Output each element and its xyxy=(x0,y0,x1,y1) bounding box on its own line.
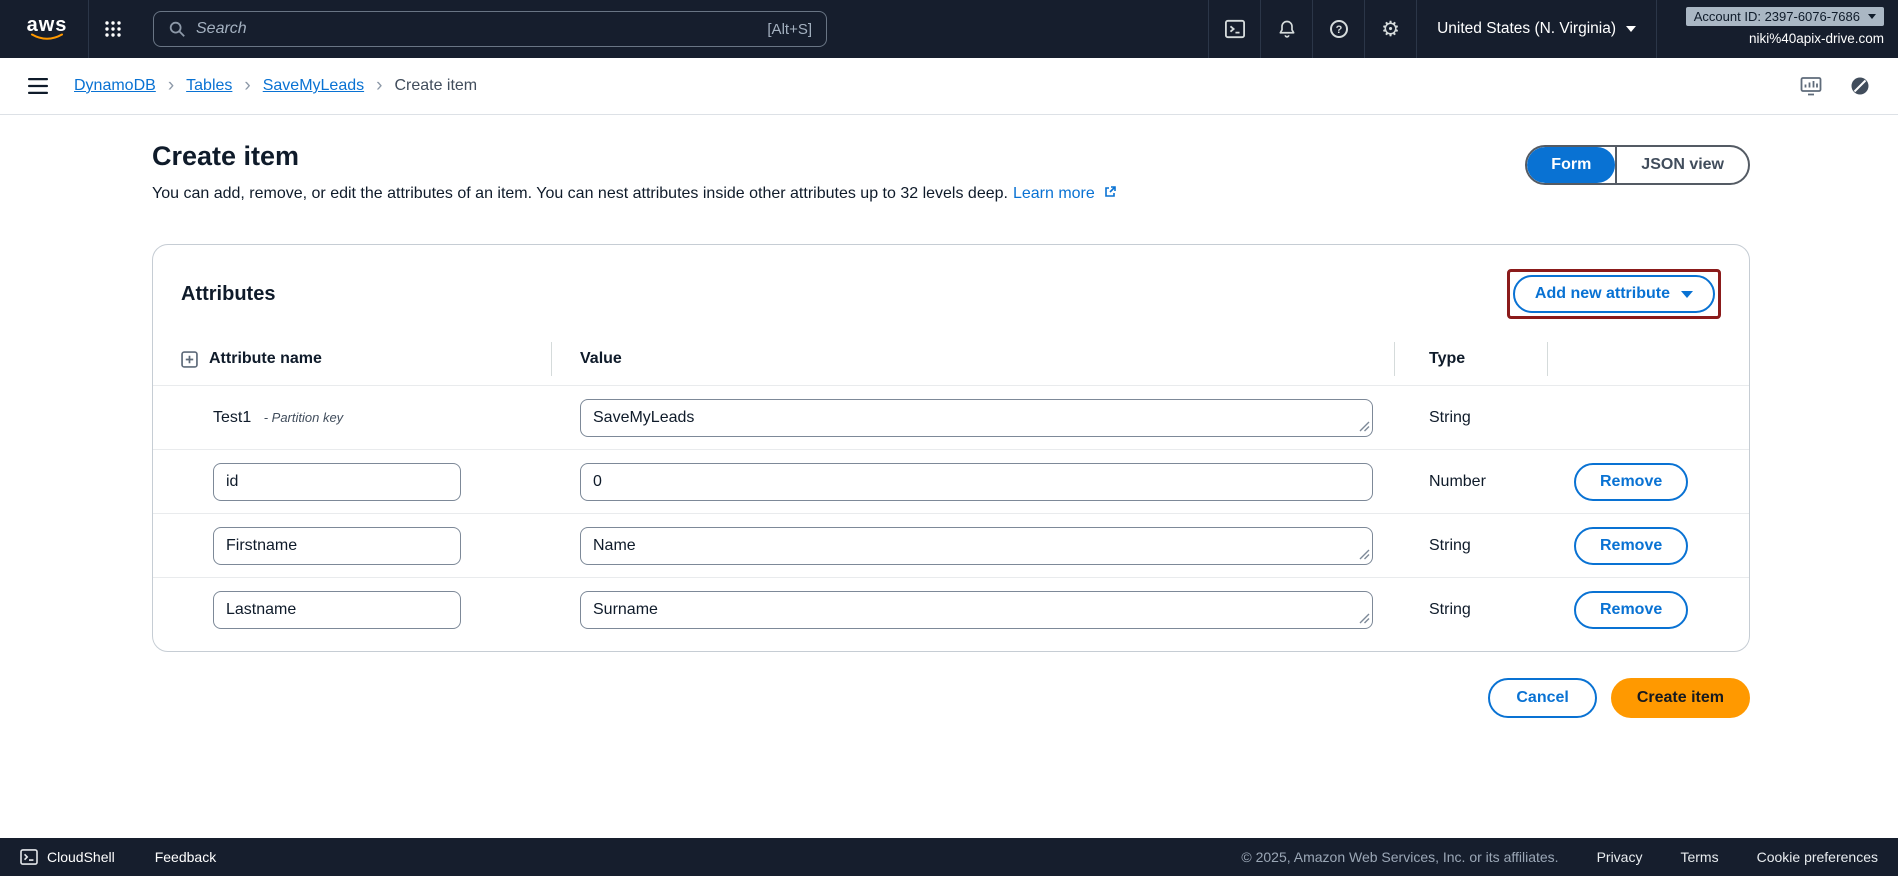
account-id-label: Account ID: 2397-6076-7686 xyxy=(1694,9,1860,24)
metrics-panel-icon[interactable] xyxy=(1800,76,1822,96)
attributes-title: Attributes xyxy=(181,283,275,306)
json-view-toggle[interactable]: JSON view xyxy=(1617,147,1748,183)
value-input-firstname[interactable] xyxy=(580,527,1373,565)
chevron-down-icon xyxy=(1868,14,1876,19)
attributes-panel: Attributes Add new attribute Attribute n… xyxy=(152,244,1750,652)
column-actions xyxy=(1548,342,1749,376)
learn-more-link[interactable]: Learn more xyxy=(1013,185,1095,202)
create-item-button[interactable]: Create item xyxy=(1611,678,1750,718)
value-input-lastname[interactable] xyxy=(580,591,1373,629)
form-view-toggle[interactable]: Form xyxy=(1527,147,1615,183)
privacy-link[interactable]: Privacy xyxy=(1597,849,1643,865)
attribute-row-id: Number Remove xyxy=(153,449,1749,513)
search-shortcut-hint: [Alt+S] xyxy=(767,21,812,38)
breadcrumb: DynamoDB Tables SaveMyLeads Create item xyxy=(74,75,477,97)
add-new-attribute-label: Add new attribute xyxy=(1535,285,1670,303)
type-label: Number xyxy=(1395,473,1548,491)
notifications-bell-icon[interactable] xyxy=(1260,0,1312,58)
type-label: String xyxy=(1395,537,1548,555)
copyright-text: © 2025, Amazon Web Services, Inc. or its… xyxy=(1241,849,1558,865)
aws-logo[interactable]: aws xyxy=(18,16,76,42)
column-value: Value xyxy=(552,342,1395,376)
attributes-table-header: Attribute name Value Type xyxy=(153,333,1749,385)
services-grid-icon[interactable] xyxy=(89,0,137,58)
description-text: You can add, remove, or edit the attribu… xyxy=(152,185,1008,202)
page-title: Create item xyxy=(152,141,1117,172)
top-navigation: aws [Alt+S] xyxy=(0,0,1898,58)
value-input-partition-key[interactable] xyxy=(580,399,1373,437)
account-block: Account ID: 2397-6076-7686 niki%40apix-d… xyxy=(1656,0,1898,58)
breadcrumb-current: Create item xyxy=(394,77,477,95)
cloudshell-icon[interactable] xyxy=(1208,0,1260,58)
chevron-down-icon xyxy=(1626,26,1636,32)
attribute-row-lastname: String Remove xyxy=(153,577,1749,641)
svg-text:?: ? xyxy=(1335,24,1342,36)
breadcrumb-separator-icon xyxy=(244,75,250,97)
main-content: Create item You can add, remove, or edit… xyxy=(0,115,1898,718)
remove-button-firstname[interactable]: Remove xyxy=(1574,527,1688,565)
cookie-preferences-link[interactable]: Cookie preferences xyxy=(1757,849,1878,865)
value-input-id[interactable] xyxy=(580,463,1373,501)
account-menu[interactable]: Account ID: 2397-6076-7686 xyxy=(1686,7,1884,26)
type-label: String xyxy=(1395,601,1548,619)
chevron-down-icon xyxy=(1681,291,1693,298)
global-search[interactable]: [Alt+S] xyxy=(153,11,827,47)
help-icon[interactable]: ? xyxy=(1312,0,1364,58)
view-toggle: Form JSON view xyxy=(1525,145,1750,185)
breadcrumb-dynamodb[interactable]: DynamoDB xyxy=(74,77,156,95)
breadcrumb-separator-icon xyxy=(168,75,174,97)
aws-logo-text: aws xyxy=(27,16,68,34)
partition-key-suffix: - Partition key xyxy=(264,410,343,425)
remove-button-lastname[interactable]: Remove xyxy=(1574,591,1688,629)
account-email: niki%40apix-drive.com xyxy=(1749,31,1884,46)
settings-gear-icon[interactable]: ⚙ xyxy=(1364,0,1416,58)
terms-link[interactable]: Terms xyxy=(1680,849,1718,865)
footer-cloudshell[interactable]: CloudShell xyxy=(20,849,115,865)
search-icon xyxy=(168,20,186,38)
cloudshell-label: CloudShell xyxy=(47,849,115,865)
remove-button-id[interactable]: Remove xyxy=(1574,463,1688,501)
column-type: Type xyxy=(1395,342,1548,376)
add-new-attribute-button[interactable]: Add new attribute xyxy=(1513,275,1715,313)
attribute-name-input-firstname[interactable] xyxy=(213,527,461,565)
search-input[interactable] xyxy=(196,20,757,38)
attribute-name-input-lastname[interactable] xyxy=(213,591,461,629)
expand-plus-icon xyxy=(181,351,198,368)
footer-feedback[interactable]: Feedback xyxy=(155,849,216,865)
click-highlight-outline: Add new attribute xyxy=(1507,269,1721,319)
region-label: United States (N. Virginia) xyxy=(1437,20,1616,38)
attribute-row-partition-key: Test1 - Partition key String xyxy=(153,385,1749,449)
breadcrumb-separator-icon xyxy=(376,75,382,97)
footer: CloudShell Feedback © 2025, Amazon Web S… xyxy=(0,838,1898,876)
type-label: String xyxy=(1395,409,1548,427)
breadcrumb-savemyleads[interactable]: SaveMyLeads xyxy=(263,77,364,95)
breadcrumb-bar: DynamoDB Tables SaveMyLeads Create item xyxy=(0,58,1898,115)
partition-key-name: Test1 xyxy=(213,409,251,426)
aws-smile-icon xyxy=(30,33,64,42)
page-description: You can add, remove, or edit the attribu… xyxy=(152,185,1117,204)
attribute-row-firstname: String Remove xyxy=(153,513,1749,577)
breadcrumb-tables[interactable]: Tables xyxy=(186,77,232,95)
external-link-icon xyxy=(1099,186,1117,203)
region-selector[interactable]: United States (N. Virginia) xyxy=(1416,0,1656,58)
column-attribute-name: Attribute name xyxy=(209,350,322,368)
cloudshell-terminal-icon xyxy=(20,849,38,865)
feedback-label: Feedback xyxy=(155,849,216,865)
nav-utilities: ? ⚙ United States (N. Virginia) Account … xyxy=(1208,0,1898,58)
status-circle-slash-icon[interactable] xyxy=(1850,76,1870,96)
attribute-name-input-id[interactable] xyxy=(213,463,461,501)
cancel-button[interactable]: Cancel xyxy=(1488,678,1596,718)
menu-icon[interactable] xyxy=(28,77,48,95)
